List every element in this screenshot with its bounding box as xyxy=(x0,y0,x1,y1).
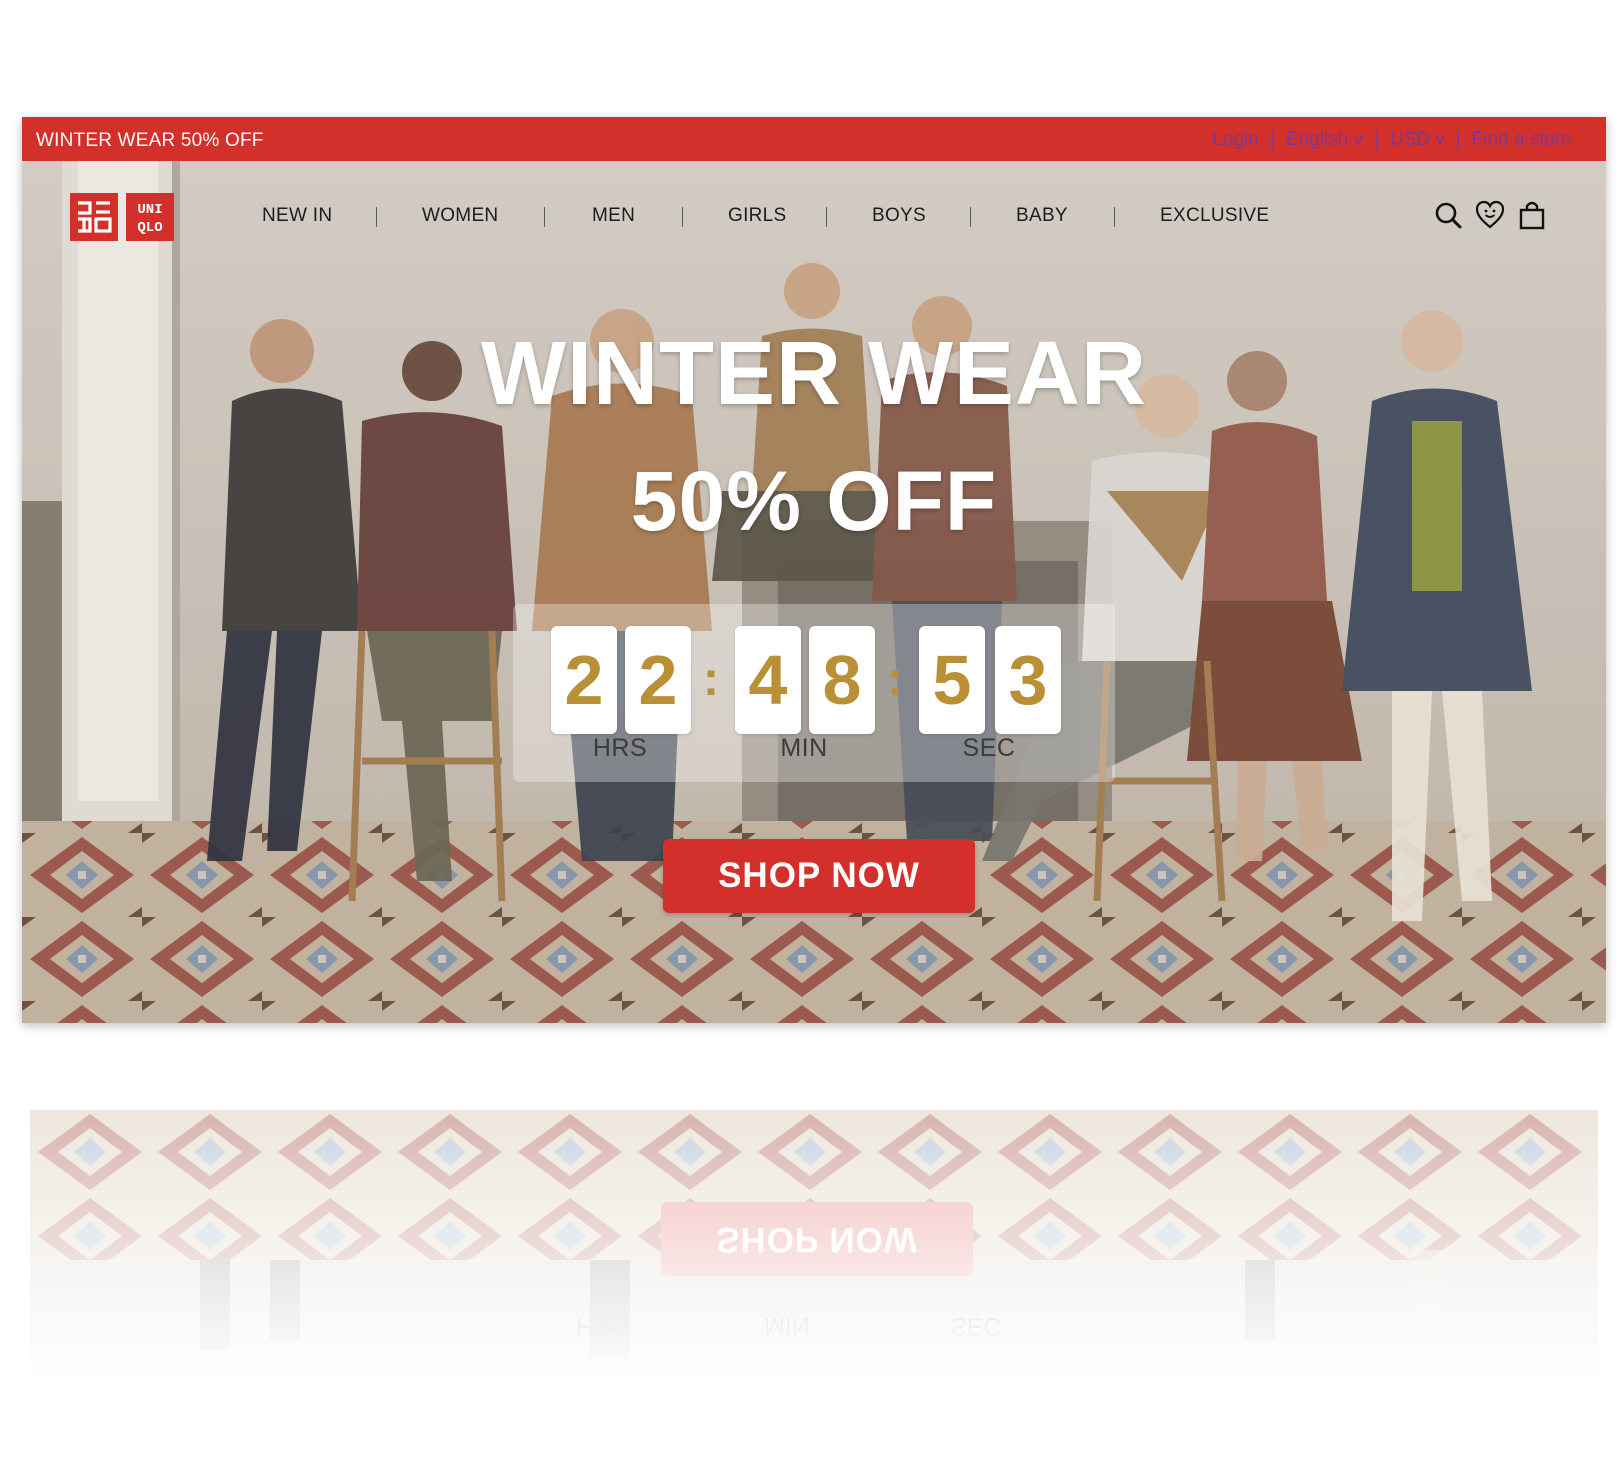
main-nav: NEW IN WOMEN MEN GIRLS BOYS BABY EXCLUSI… xyxy=(262,205,1342,233)
nav-item-boys[interactable]: BOYS xyxy=(872,205,926,227)
hero-headline: WINTER WEAR xyxy=(481,324,1147,424)
countdown-hours-label: HRS xyxy=(592,734,648,762)
countdown-seconds-digit: 3 xyxy=(995,626,1061,734)
nav-item-new-in[interactable]: NEW IN xyxy=(262,205,332,227)
countdown-minutes-digit: 4 xyxy=(735,626,801,734)
countdown-hours-digit: 2 xyxy=(625,626,691,734)
find-store-link[interactable]: Find a store xyxy=(1472,129,1572,151)
countdown-seconds-digit: 5 xyxy=(919,626,985,734)
svg-text:UNI: UNI xyxy=(137,202,162,218)
utility-links: Login | English v | USD v | Find a store xyxy=(1212,129,1572,151)
nav-item-men[interactable]: MEN xyxy=(592,205,635,227)
wishlist-heart-icon[interactable] xyxy=(1476,199,1504,231)
hero-banner: UNI QLO NEW IN WOMEN MEN GIRLS BOYS BABY… xyxy=(22,161,1606,1023)
nav-divider xyxy=(376,207,377,227)
language-select[interactable]: English v xyxy=(1286,129,1363,151)
svg-text:QLO: QLO xyxy=(137,220,162,236)
nav-item-exclusive[interactable]: EXCLUSIVE xyxy=(1160,205,1269,227)
search-icon[interactable] xyxy=(1434,199,1462,231)
shopping-bag-icon[interactable] xyxy=(1518,199,1546,231)
nav-divider xyxy=(970,207,971,227)
countdown-minutes-digit: 8 xyxy=(809,626,875,734)
countdown-separator: : xyxy=(887,653,903,706)
hero-subheadline: 50% OFF xyxy=(630,454,998,548)
countdown-minutes-label: MIN xyxy=(780,734,828,762)
nav-item-women[interactable]: WOMEN xyxy=(422,205,498,227)
countdown-hours-digit: 2 xyxy=(551,626,617,734)
logo-latin-box: UNI QLO xyxy=(126,193,174,241)
shop-now-button[interactable]: SHOP NOW xyxy=(663,839,975,913)
promo-bar: WINTER WEAR 50% OFF Login | English v | … xyxy=(22,117,1606,161)
promo-text: WINTER WEAR 50% OFF xyxy=(36,130,264,151)
browser-page-mockup: WINTER WEAR 50% OFF Login | English v | … xyxy=(22,117,1606,1023)
logo-katakana-box xyxy=(70,193,118,241)
countdown-seconds-label: SEC xyxy=(962,734,1016,762)
uniqlo-logo-icon[interactable]: UNI QLO xyxy=(70,193,174,241)
nav-divider xyxy=(826,207,827,227)
nav-item-girls[interactable]: GIRLS xyxy=(728,205,787,227)
reflection-fade xyxy=(30,1110,1598,1430)
nav-divider xyxy=(544,207,545,227)
nav-divider xyxy=(682,207,683,227)
countdown-timer: 2 2 : 4 8 : 5 3 HRS MIN SEC xyxy=(513,604,1115,782)
mockup-reflection: SHOP NOW HRS MIN SEC xyxy=(30,1110,1598,1430)
header-icons xyxy=(1434,199,1546,231)
divider: | xyxy=(1455,129,1461,150)
nav-divider xyxy=(1114,207,1115,227)
currency-select[interactable]: USD v xyxy=(1390,129,1445,151)
countdown-separator: : xyxy=(703,653,719,706)
nav-item-baby[interactable]: BABY xyxy=(1016,205,1068,227)
divider: | xyxy=(1373,129,1379,150)
divider: | xyxy=(1269,129,1275,150)
login-link[interactable]: Login xyxy=(1212,129,1259,151)
